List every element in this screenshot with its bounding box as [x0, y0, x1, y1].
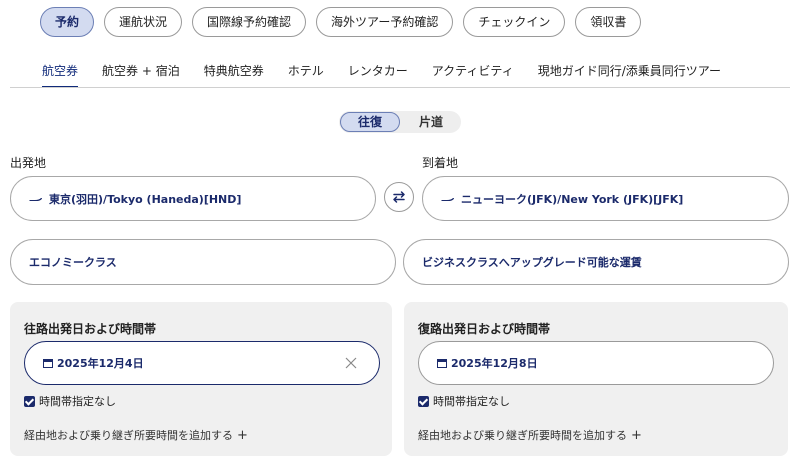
arrival-value: ニューヨーク(JFK)/New York (JFK)[JFK] — [461, 192, 684, 206]
tab-air-hotel[interactable]: 航空券 + 宿泊 — [102, 62, 180, 88]
departure-label: 出発地 — [10, 156, 47, 170]
tab-hotel[interactable]: ホテル — [288, 62, 324, 88]
swap-arrows-icon — [393, 191, 405, 203]
outbound-date-value: 2025年12月4日 — [57, 357, 144, 370]
outbound-add-via-link[interactable]: 経由地および乗り継ぎ所要時間を追加する + — [24, 427, 248, 443]
one-way-option[interactable]: 片道 — [403, 112, 459, 132]
swap-button[interactable] — [384, 182, 414, 212]
nav-flight-status[interactable]: 運航状況 — [104, 7, 183, 37]
return-add-via-link[interactable]: 経由地および乗り継ぎ所要時間を追加する + — [418, 427, 642, 443]
fare-type-select[interactable]: ビジネスクラスへアップグレード可能な運賃 — [403, 239, 789, 285]
tab-award-ticket[interactable]: 特典航空券 — [204, 62, 264, 88]
nav-intl-booking-check[interactable]: 国際線予約確認 — [192, 7, 307, 37]
nav-checkin[interactable]: チェックイン — [463, 7, 566, 37]
cabin-class-select[interactable]: エコノミークラス — [10, 239, 396, 285]
nav-reservation[interactable]: 予約 — [40, 7, 95, 37]
round-trip-option[interactable]: 往復 — [340, 112, 400, 132]
top-nav: 予約 運航状況 国際線予約確認 海外ツアー予約確認 チェックイン 領収書 — [40, 7, 642, 37]
clear-date-icon[interactable] — [343, 355, 359, 371]
departure-field[interactable]: 東京(羽田)/Tokyo (Haneda)[HND] — [10, 176, 376, 221]
return-date-panel: 復路出発日および時間帯 2025年12月8日 時間帯指定なし 経由地および乗り継… — [404, 302, 788, 456]
calendar-icon — [43, 359, 53, 368]
outbound-date-input[interactable]: 2025年12月4日 — [24, 341, 380, 385]
outbound-no-time-label: 時間帯指定なし — [39, 395, 116, 408]
tab-rental-car[interactable]: レンタカー — [348, 62, 408, 88]
outbound-date-panel: 往路出発日および時間帯 2025年12月4日 時間帯指定なし 経由地および乗り継… — [10, 302, 392, 456]
arrival-field[interactable]: ニューヨーク(JFK)/New York (JFK)[JFK] — [422, 176, 789, 221]
fare-type-value: ビジネスクラスへアップグレード可能な運賃 — [422, 256, 642, 269]
departure-plane-icon — [29, 197, 42, 201]
cabin-class-value: エコノミークラス — [29, 256, 117, 269]
trip-type-toggle: 往復 片道 — [339, 111, 461, 133]
tab-guided-tour[interactable]: 現地ガイド同行/添乗員同行ツアー — [538, 62, 721, 88]
outbound-title: 往路出発日および時間帯 — [24, 322, 157, 336]
arrival-plane-icon — [441, 197, 454, 201]
outbound-no-time-checkbox[interactable]: 時間帯指定なし — [24, 393, 116, 409]
plus-icon: + — [237, 428, 248, 443]
arrival-label: 到着地 — [422, 156, 459, 170]
checkbox-checked-icon — [418, 395, 429, 407]
departure-value: 東京(羽田)/Tokyo (Haneda)[HND] — [49, 192, 242, 206]
tab-activity[interactable]: アクティビティ — [432, 62, 514, 88]
return-date-input[interactable]: 2025年12月8日 — [418, 341, 774, 385]
nav-overseas-tour-check[interactable]: 海外ツアー予約確認 — [316, 7, 454, 37]
return-no-time-label: 時間帯指定なし — [433, 395, 510, 408]
return-no-time-checkbox[interactable]: 時間帯指定なし — [418, 393, 510, 409]
nav-receipt[interactable]: 領収書 — [575, 7, 642, 37]
return-add-via-label: 経由地および乗り継ぎ所要時間を追加する — [418, 429, 627, 442]
plus-icon: + — [631, 428, 642, 443]
tab-air-ticket[interactable]: 航空券 — [42, 62, 79, 88]
return-date-value: 2025年12月8日 — [451, 357, 538, 370]
checkbox-checked-icon — [24, 395, 35, 407]
return-title: 復路出発日および時間帯 — [418, 322, 551, 336]
calendar-icon — [437, 359, 447, 368]
product-tabs: 航空券 航空券 + 宿泊 特典航空券 ホテル レンタカー アクティビティ 現地ガ… — [42, 62, 721, 88]
tabs-divider — [10, 87, 790, 88]
outbound-add-via-label: 経由地および乗り継ぎ所要時間を追加する — [24, 429, 233, 442]
